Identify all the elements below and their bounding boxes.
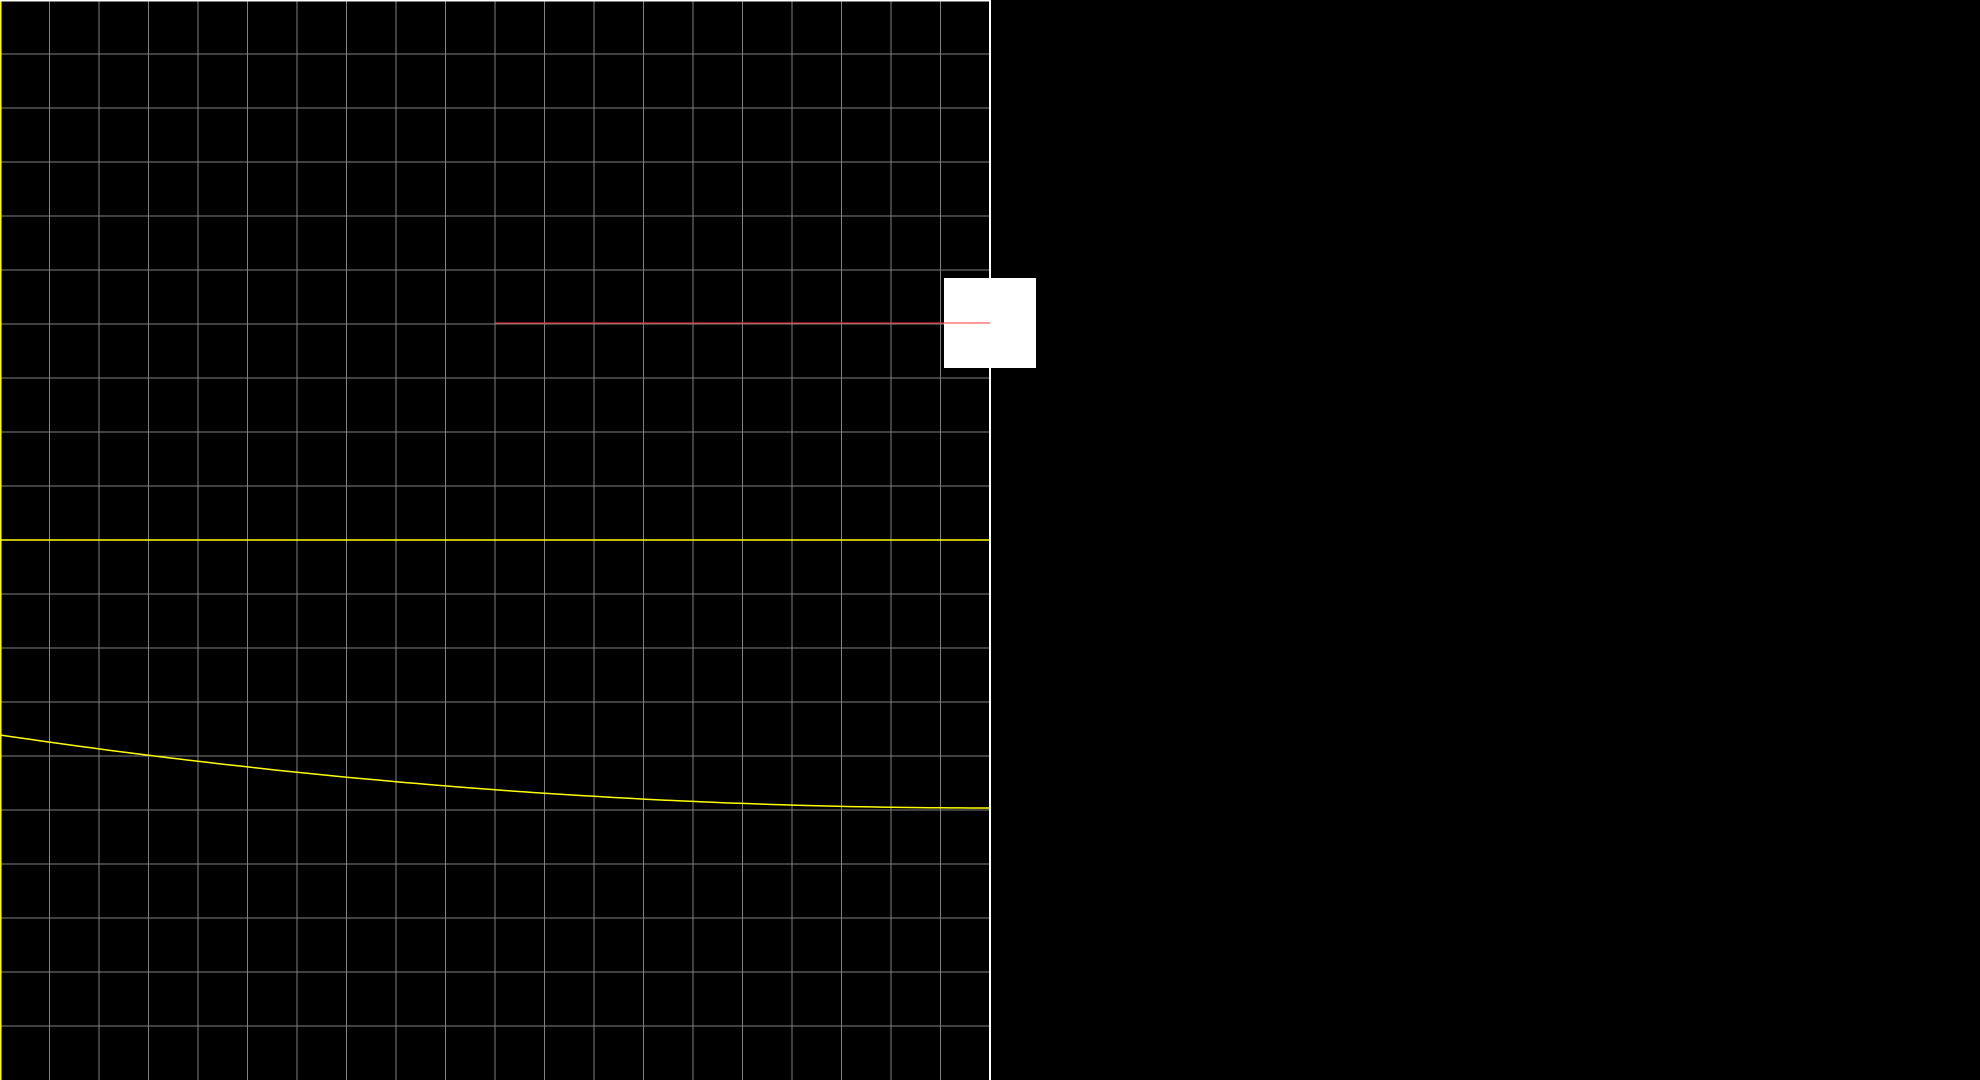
app-window (0, 0, 1980, 1080)
drawing-canvas[interactable] (0, 0, 1980, 1080)
